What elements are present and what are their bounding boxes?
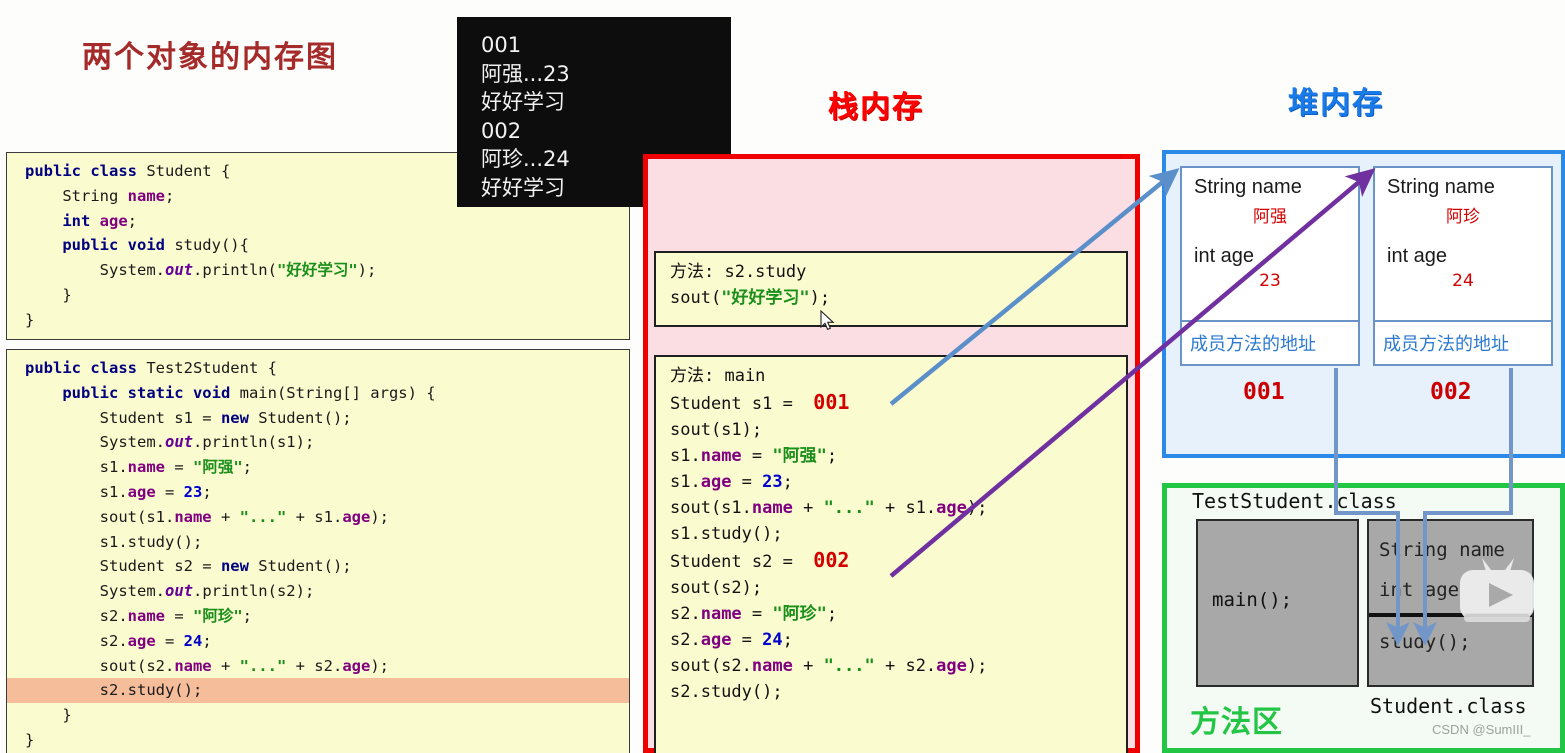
- stack-frame-line: s2.name = "阿珍";: [670, 604, 838, 624]
- stack-frame-header: 方法: s2.study: [670, 262, 807, 282]
- code-line: }: [25, 730, 35, 749]
- stack-frame-header: 方法: main: [670, 366, 766, 386]
- student-method-study: study();: [1379, 631, 1471, 653]
- code-line: sout(s1.name + "..." + s1.age);: [25, 507, 389, 526]
- code-line: public class Test2Student {: [25, 359, 277, 377]
- code-line: s1.name = "阿强";: [25, 458, 252, 477]
- heap-object-002: String name 阿珍 int age 24 成员方法的地址: [1373, 166, 1553, 366]
- object-method-address: 成员方法的地址: [1182, 320, 1358, 364]
- stack-frame-line: sout(s1);: [670, 420, 763, 440]
- stack-frame-study: 方法: s2.study sout("好好学习");: [654, 251, 1128, 327]
- method-area-title: 方法区: [1190, 705, 1283, 740]
- s1-address-value: 001: [813, 390, 850, 414]
- stack-frame-line: Student s2 = 002: [670, 548, 850, 572]
- heap-object-address-002: 002: [1430, 379, 1472, 405]
- code-line: public class Student {: [25, 162, 231, 180]
- object-method-address: 成员方法的地址: [1375, 320, 1551, 364]
- object-field-age: int age: [1387, 245, 1448, 267]
- stack-memory-title: 栈内存: [828, 90, 924, 125]
- object-field-name: String name: [1387, 176, 1495, 198]
- object-value-age: 24: [1452, 271, 1474, 291]
- heap-object-001: String name 阿强 int age 23 成员方法的地址: [1180, 166, 1360, 366]
- mouse-cursor: [820, 310, 835, 331]
- stack-frame-line: sout(s2.name + "..." + s2.age);: [670, 656, 988, 676]
- code-line: Student s2 = new Student();: [25, 557, 352, 576]
- code-line: System.out.println("好好学习");: [25, 261, 377, 280]
- stack-frame-line: sout(s2);: [670, 578, 763, 598]
- stack-frame-line: Student s1 = 001: [670, 390, 850, 414]
- page-title: 两个对象的内存图: [82, 40, 338, 75]
- console-line: 好好学习: [481, 90, 565, 115]
- object-field-age: int age: [1194, 245, 1255, 267]
- s2-address-value: 002: [813, 548, 850, 572]
- code-line: sout(s2.name + "..." + s2.age);: [25, 656, 389, 675]
- stack-frame-main: 方法: main Student s1 = 001 sout(s1); s1.n…: [654, 355, 1128, 753]
- main-method-entry: main();: [1212, 589, 1293, 611]
- code-line: System.out.println(s1);: [25, 433, 315, 452]
- stack-frame-line: s1.name = "阿强";: [670, 446, 838, 466]
- stack-frame-line: s1.study();: [670, 524, 783, 544]
- object-value-name: 阿强: [1253, 207, 1287, 227]
- stack-frame-line: sout(s1.name + "..." + s1.age);: [670, 498, 988, 518]
- play-button-icon[interactable]: [1452, 552, 1542, 632]
- stack-frame-line: s2.study();: [670, 682, 783, 702]
- heap-memory-title: 堆内存: [1288, 86, 1384, 121]
- student-field-age: int age: [1379, 579, 1460, 601]
- code-line: s2.name = "阿珍";: [25, 606, 252, 625]
- code-line: }: [25, 310, 35, 329]
- code-line: s1.study();: [25, 532, 203, 551]
- object-value-age: 23: [1259, 271, 1281, 291]
- console-line: 001: [481, 33, 522, 57]
- console-line: 002: [481, 118, 522, 143]
- code-line: }: [25, 285, 72, 304]
- console-line: 阿强...23: [481, 61, 570, 86]
- code-line: }: [25, 706, 72, 725]
- test-class-body: main();: [1196, 519, 1359, 687]
- code-line: System.out.println(s2);: [25, 582, 315, 601]
- heap-object-address-001: 001: [1243, 379, 1285, 405]
- code-editor-test[interactable]: public class Test2Student { public stati…: [6, 349, 630, 753]
- object-value-name: 阿珍: [1446, 207, 1480, 227]
- stack-frame-line: s2.age = 24;: [670, 630, 793, 650]
- csdn-watermark: CSDN @SumIII_: [1432, 722, 1531, 737]
- code-line: public static void main(String[] args) {: [62, 383, 436, 402]
- test-class-label: TestStudent.class: [1192, 489, 1397, 513]
- stack-frame-line: sout("好好学习");: [670, 288, 831, 308]
- code-line: int age;: [62, 211, 138, 230]
- code-line: String name;: [25, 186, 175, 205]
- code-line: s1.age = 23;: [25, 482, 212, 501]
- code-line: Student s1 = new Student();: [25, 408, 352, 427]
- code-line-highlighted: s2.study();: [7, 678, 629, 704]
- student-class-label: Student.class: [1370, 694, 1527, 718]
- stack-frame-line: s1.age = 23;: [670, 472, 793, 492]
- code-line: public void study(){: [62, 236, 249, 255]
- object-field-name: String name: [1194, 176, 1302, 198]
- code-line: s2.age = 24;: [25, 631, 212, 650]
